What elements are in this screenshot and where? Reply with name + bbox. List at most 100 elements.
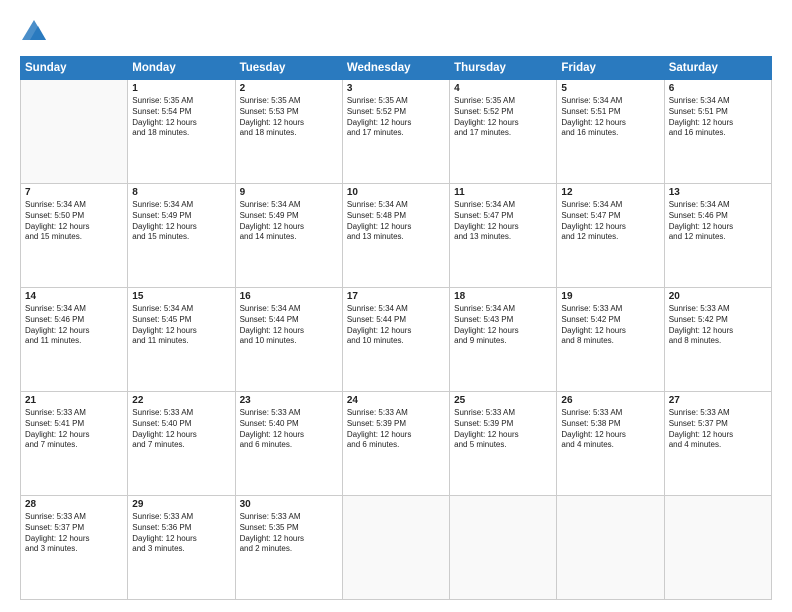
calendar-cell: 26 Sunrise: 5:33 AM Sunset: 5:38 PM Dayli… [557,392,664,496]
calendar-cell [342,496,449,600]
day-info: Sunrise: 5:34 AM Sunset: 5:44 PM Dayligh… [347,304,445,347]
calendar-week-row: 1 Sunrise: 5:35 AM Sunset: 5:54 PM Daylig… [21,80,772,184]
day-number: 28 [25,499,123,510]
header [20,18,772,46]
day-info: Sunrise: 5:34 AM Sunset: 5:48 PM Dayligh… [347,200,445,243]
calendar-cell: 16 Sunrise: 5:34 AM Sunset: 5:44 PM Dayli… [235,288,342,392]
calendar-cell [557,496,664,600]
day-info: Sunrise: 5:34 AM Sunset: 5:51 PM Dayligh… [561,96,659,139]
day-number: 4 [454,83,552,94]
calendar-cell: 23 Sunrise: 5:33 AM Sunset: 5:40 PM Dayli… [235,392,342,496]
col-header-monday: Monday [128,57,235,80]
day-number: 6 [669,83,767,94]
day-number: 26 [561,395,659,406]
calendar-cell: 19 Sunrise: 5:33 AM Sunset: 5:42 PM Dayli… [557,288,664,392]
day-info: Sunrise: 5:33 AM Sunset: 5:38 PM Dayligh… [561,408,659,451]
col-header-tuesday: Tuesday [235,57,342,80]
day-number: 23 [240,395,338,406]
day-number: 27 [669,395,767,406]
day-number: 8 [132,187,230,198]
day-number: 22 [132,395,230,406]
day-info: Sunrise: 5:33 AM Sunset: 5:40 PM Dayligh… [132,408,230,451]
day-info: Sunrise: 5:33 AM Sunset: 5:40 PM Dayligh… [240,408,338,451]
col-header-saturday: Saturday [664,57,771,80]
day-info: Sunrise: 5:34 AM Sunset: 5:47 PM Dayligh… [454,200,552,243]
calendar-cell: 15 Sunrise: 5:34 AM Sunset: 5:45 PM Dayli… [128,288,235,392]
calendar-table: SundayMondayTuesdayWednesdayThursdayFrid… [20,56,772,600]
day-info: Sunrise: 5:34 AM Sunset: 5:51 PM Dayligh… [669,96,767,139]
calendar-cell: 8 Sunrise: 5:34 AM Sunset: 5:49 PM Daylig… [128,184,235,288]
calendar-cell: 12 Sunrise: 5:34 AM Sunset: 5:47 PM Dayli… [557,184,664,288]
calendar-week-row: 14Sunrise: 5:34 AM Sunset: 5:46 PM Dayli… [21,288,772,392]
day-info: Sunrise: 5:34 AM Sunset: 5:46 PM Dayligh… [669,200,767,243]
calendar-cell: 3 Sunrise: 5:35 AM Sunset: 5:52 PM Daylig… [342,80,449,184]
day-number: 19 [561,291,659,302]
day-info: Sunrise: 5:35 AM Sunset: 5:53 PM Dayligh… [240,96,338,139]
day-number: 21 [25,395,123,406]
calendar-cell: 7Sunrise: 5:34 AM Sunset: 5:50 PM Daylig… [21,184,128,288]
calendar-cell: 24Sunrise: 5:33 AM Sunset: 5:39 PM Dayli… [342,392,449,496]
calendar-cell: 10Sunrise: 5:34 AM Sunset: 5:48 PM Dayli… [342,184,449,288]
day-number: 9 [240,187,338,198]
day-number: 15 [132,291,230,302]
calendar-header-row: SundayMondayTuesdayWednesdayThursdayFrid… [21,57,772,80]
day-info: Sunrise: 5:34 AM Sunset: 5:44 PM Dayligh… [240,304,338,347]
calendar-week-row: 7Sunrise: 5:34 AM Sunset: 5:50 PM Daylig… [21,184,772,288]
day-number: 2 [240,83,338,94]
logo-icon [20,18,48,46]
day-info: Sunrise: 5:33 AM Sunset: 5:42 PM Dayligh… [561,304,659,347]
col-header-thursday: Thursday [450,57,557,80]
day-number: 25 [454,395,552,406]
day-number: 13 [669,187,767,198]
day-number: 5 [561,83,659,94]
day-info: Sunrise: 5:33 AM Sunset: 5:42 PM Dayligh… [669,304,767,347]
calendar-cell [21,80,128,184]
day-number: 17 [347,291,445,302]
calendar-cell: 22 Sunrise: 5:33 AM Sunset: 5:40 PM Dayli… [128,392,235,496]
day-info: Sunrise: 5:34 AM Sunset: 5:49 PM Dayligh… [240,200,338,243]
calendar-cell: 4 Sunrise: 5:35 AM Sunset: 5:52 PM Daylig… [450,80,557,184]
day-number: 7 [25,187,123,198]
day-info: Sunrise: 5:33 AM Sunset: 5:36 PM Dayligh… [132,512,230,555]
calendar-week-row: 21 Sunrise: 5:33 AM Sunset: 5:41 PM Dayli… [21,392,772,496]
day-number: 30 [240,499,338,510]
day-info: Sunrise: 5:33 AM Sunset: 5:41 PM Dayligh… [25,408,123,451]
calendar-cell [450,496,557,600]
day-number: 1 [132,83,230,94]
calendar-cell: 28Sunrise: 5:33 AM Sunset: 5:37 PM Dayli… [21,496,128,600]
calendar-cell: 18Sunrise: 5:34 AM Sunset: 5:43 PM Dayli… [450,288,557,392]
day-number: 11 [454,187,552,198]
day-info: Sunrise: 5:34 AM Sunset: 5:47 PM Dayligh… [561,200,659,243]
day-info: Sunrise: 5:35 AM Sunset: 5:54 PM Dayligh… [132,96,230,139]
day-info: Sunrise: 5:33 AM Sunset: 5:39 PM Dayligh… [454,408,552,451]
calendar-cell: 27Sunrise: 5:33 AM Sunset: 5:37 PM Dayli… [664,392,771,496]
day-info: Sunrise: 5:34 AM Sunset: 5:49 PM Dayligh… [132,200,230,243]
calendar-week-row: 28Sunrise: 5:33 AM Sunset: 5:37 PM Dayli… [21,496,772,600]
calendar-cell: 20 Sunrise: 5:33 AM Sunset: 5:42 PM Dayli… [664,288,771,392]
day-number: 16 [240,291,338,302]
calendar-cell: 30 Sunrise: 5:33 AM Sunset: 5:35 PM Dayli… [235,496,342,600]
calendar-cell: 17 Sunrise: 5:34 AM Sunset: 5:44 PM Dayli… [342,288,449,392]
logo [20,18,52,46]
day-info: Sunrise: 5:33 AM Sunset: 5:39 PM Dayligh… [347,408,445,451]
col-header-sunday: Sunday [21,57,128,80]
day-number: 20 [669,291,767,302]
calendar-cell: 2 Sunrise: 5:35 AM Sunset: 5:53 PM Daylig… [235,80,342,184]
day-info: Sunrise: 5:34 AM Sunset: 5:46 PM Dayligh… [25,304,123,347]
calendar-cell: 14Sunrise: 5:34 AM Sunset: 5:46 PM Dayli… [21,288,128,392]
day-info: Sunrise: 5:35 AM Sunset: 5:52 PM Dayligh… [347,96,445,139]
day-number: 3 [347,83,445,94]
page: SundayMondayTuesdayWednesdayThursdayFrid… [0,0,792,612]
day-info: Sunrise: 5:34 AM Sunset: 5:43 PM Dayligh… [454,304,552,347]
col-header-friday: Friday [557,57,664,80]
col-header-wednesday: Wednesday [342,57,449,80]
calendar-cell [664,496,771,600]
calendar-cell: 29 Sunrise: 5:33 AM Sunset: 5:36 PM Dayli… [128,496,235,600]
day-info: Sunrise: 5:35 AM Sunset: 5:52 PM Dayligh… [454,96,552,139]
day-number: 12 [561,187,659,198]
day-info: Sunrise: 5:33 AM Sunset: 5:35 PM Dayligh… [240,512,338,555]
calendar-cell: 1 Sunrise: 5:35 AM Sunset: 5:54 PM Daylig… [128,80,235,184]
calendar-cell: 11 Sunrise: 5:34 AM Sunset: 5:47 PM Dayli… [450,184,557,288]
day-info: Sunrise: 5:34 AM Sunset: 5:45 PM Dayligh… [132,304,230,347]
day-number: 29 [132,499,230,510]
